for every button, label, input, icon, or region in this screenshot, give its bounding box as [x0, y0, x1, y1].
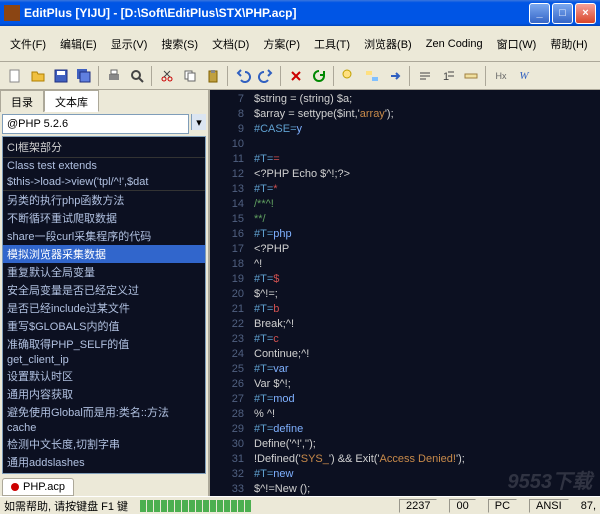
titlebar: EditPlus [YIJU] - [D:\Soft\EditPlus\STX\… [0, 0, 600, 26]
status-help: 如需帮助, 请按键盘 F1 键 [4, 498, 128, 514]
main-area: 目录 文本库 @PHP 5.2.6 ▾ CI框架部分 Class test ex… [0, 90, 600, 496]
window-title: EditPlus [YIJU] - [D:\Soft\EditPlus\STX\… [24, 6, 529, 20]
dropdown-value: @PHP 5.2.6 [7, 118, 68, 130]
list-item[interactable]: 是否已经include过某文件 [3, 299, 205, 317]
list-item[interactable]: 通用addslashes [3, 453, 205, 471]
menu-item[interactable]: 方案(P) [257, 34, 306, 54]
browser-icon[interactable]: W [513, 65, 535, 87]
list-item[interactable]: 避免使用Global而是用:类名::方法 [3, 403, 205, 421]
save-all-icon[interactable] [73, 65, 95, 87]
document-tabs: PHP.acp [0, 474, 208, 496]
modified-dot-icon [11, 483, 19, 491]
separator [485, 66, 487, 86]
refresh-icon[interactable] [308, 65, 330, 87]
toolbar: 1 Hx W [0, 62, 600, 90]
close-button[interactable]: × [575, 3, 596, 24]
tab-cliptext[interactable]: 文本库 [44, 90, 99, 112]
undo-icon[interactable] [232, 65, 254, 87]
menu-item[interactable]: 浏览器(B) [358, 34, 418, 54]
line-gutter: 7891011121314151617181920212223242526272… [210, 90, 250, 496]
paste-icon[interactable] [202, 65, 224, 87]
separator [333, 66, 335, 86]
status-line: 2237 [399, 499, 437, 513]
list-item[interactable]: share一段curl采集程序的代码 [3, 227, 205, 245]
svg-text:1: 1 [443, 71, 449, 83]
list-item[interactable]: 设置默认时区 [3, 367, 205, 385]
menubar: 文件(F)编辑(E)显示(V)搜索(S)文档(D)方案(P)工具(T)浏览器(B… [0, 26, 600, 62]
document-tab[interactable]: PHP.acp [2, 478, 74, 496]
menu-item[interactable]: 文档(D) [206, 34, 255, 54]
cut-icon[interactable] [156, 65, 178, 87]
menu-item[interactable]: 文件(F) [4, 34, 52, 54]
separator [409, 66, 411, 86]
save-icon[interactable] [50, 65, 72, 87]
library-dropdown[interactable]: @PHP 5.2.6 [2, 114, 189, 134]
separator [98, 66, 100, 86]
linenumber-icon[interactable]: 1 [437, 65, 459, 87]
list-item[interactable]: 模拟浏览器采集数据 [3, 245, 205, 263]
print-icon[interactable] [103, 65, 125, 87]
menu-item[interactable]: 工具(T) [308, 34, 356, 54]
hex-icon[interactable]: Hx [490, 65, 512, 87]
menu-item[interactable]: 窗口(W) [491, 34, 543, 54]
list-item[interactable]: 另类的执行php函数方法 [3, 191, 205, 209]
code-area[interactable]: $string = (string) $a;$array = settype($… [250, 90, 600, 496]
separator [151, 66, 153, 86]
status-col: 00 [449, 499, 475, 513]
list-item[interactable]: 准确取得PHP_SELF的值 [3, 335, 205, 353]
list-item[interactable]: 通用内容获取 [3, 385, 205, 403]
list-item[interactable]: 不断循环重试爬取数据 [3, 209, 205, 227]
tab-label: PHP.acp [23, 481, 65, 493]
status-encoding: ANSI [529, 499, 569, 513]
dropdown-row: @PHP 5.2.6 ▾ [0, 112, 208, 136]
replace-icon[interactable] [361, 65, 383, 87]
menu-item[interactable]: 显示(V) [105, 34, 154, 54]
goto-icon[interactable] [384, 65, 406, 87]
preview-line: Class test extends [3, 158, 205, 174]
maximize-button[interactable]: □ [552, 3, 573, 24]
cancel-icon[interactable] [285, 65, 307, 87]
menu-item[interactable]: 帮助(H) [544, 34, 593, 54]
tab-directory[interactable]: 目录 [0, 90, 44, 112]
code-editor[interactable]: 7891011121314151617181920212223242526272… [210, 90, 600, 496]
app-icon [4, 5, 20, 21]
list-header: CI框架部分 [3, 137, 205, 158]
list-item[interactable]: get_client_ip [3, 353, 205, 367]
preview-line: $this->load->view('tpl/^!',$dat [3, 174, 205, 191]
ruler-icon[interactable] [460, 65, 482, 87]
progress-bar [140, 500, 387, 512]
panel-tabs: 目录 文本库 [0, 90, 208, 112]
open-file-icon[interactable] [27, 65, 49, 87]
redo-icon[interactable] [255, 65, 277, 87]
menu-item[interactable]: Zen Coding [420, 36, 489, 52]
copy-icon[interactable] [179, 65, 201, 87]
side-panel: 目录 文本库 @PHP 5.2.6 ▾ CI框架部分 Class test ex… [0, 90, 210, 496]
menu-item[interactable]: 编辑(E) [54, 34, 103, 54]
preview-icon[interactable] [126, 65, 148, 87]
find-icon[interactable] [338, 65, 360, 87]
minimize-button[interactable]: _ [529, 3, 550, 24]
status-mode: PC [488, 499, 517, 513]
separator [227, 66, 229, 86]
statusbar: 如需帮助, 请按键盘 F1 键 2237 00 PC ANSI 87, [0, 496, 600, 514]
list-item[interactable]: cache [3, 421, 205, 435]
list-item[interactable]: 重复默认全局变量 [3, 263, 205, 281]
dropdown-arrow-icon[interactable]: ▾ [191, 114, 206, 130]
list-item[interactable]: 重写$GLOBALS内的值 [3, 317, 205, 335]
new-file-icon[interactable] [4, 65, 26, 87]
separator [280, 66, 282, 86]
menu-item[interactable]: 搜索(S) [155, 34, 204, 54]
wordwrap-icon[interactable] [414, 65, 436, 87]
window-controls: _ □ × [529, 3, 596, 24]
list-item[interactable]: 安全局变量是否已经定义过 [3, 281, 205, 299]
status-right: 87, [581, 500, 596, 512]
list-item[interactable]: 检测中文长度,切割字串 [3, 435, 205, 453]
cliptext-list: CI框架部分 Class test extends $this->load->v… [2, 136, 206, 474]
